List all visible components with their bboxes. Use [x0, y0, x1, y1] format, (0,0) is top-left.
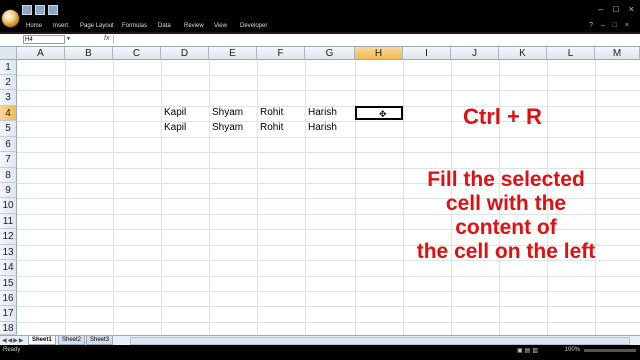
- row-header-18[interactable]: 18: [0, 322, 17, 335]
- row-header-3[interactable]: 3: [0, 90, 17, 106]
- row-header-11[interactable]: 11: [0, 214, 17, 229]
- shortcut-description: Fill the selected cell with the content …: [398, 168, 614, 264]
- view-buttons-icon[interactable]: ▣▤▥: [517, 347, 540, 354]
- formula-bar: H4 ▼ fx: [0, 34, 640, 47]
- column-header-i[interactable]: I: [403, 47, 451, 60]
- column-header-k[interactable]: K: [499, 47, 547, 60]
- sheet-tab-bar: ◀◀▶▶ Sheet1 Sheet2 Sheet3: [0, 335, 640, 345]
- row-header-2[interactable]: 2: [0, 75, 17, 90]
- column-header-b[interactable]: B: [65, 47, 113, 60]
- tab-developer[interactable]: Developer: [240, 23, 267, 29]
- cell-d4[interactable]: Kapil: [161, 107, 209, 121]
- tab-view[interactable]: View: [214, 23, 227, 29]
- status-text: Ready: [3, 347, 21, 353]
- zoom-slider[interactable]: [584, 349, 636, 352]
- column-header-a[interactable]: A: [17, 47, 65, 60]
- tab-page-layout[interactable]: Page Layout: [80, 23, 114, 29]
- tab-data[interactable]: Data: [158, 23, 171, 29]
- office-button[interactable]: [1, 9, 20, 28]
- cell-e5[interactable]: Shyam: [209, 122, 257, 136]
- column-header-e[interactable]: E: [209, 47, 257, 60]
- column-header-c[interactable]: C: [113, 47, 161, 60]
- row-header-8[interactable]: 8: [0, 168, 17, 183]
- cell-e4[interactable]: Shyam: [209, 107, 257, 121]
- horizontal-scrollbar[interactable]: [130, 337, 630, 345]
- tab-insert[interactable]: Insert: [53, 23, 68, 29]
- maximize-button[interactable]: □: [613, 4, 618, 14]
- cell-f5[interactable]: Rohit: [257, 122, 305, 136]
- row-header-4[interactable]: 4: [0, 106, 17, 121]
- row-header-9[interactable]: 9: [0, 183, 17, 198]
- column-header-f[interactable]: F: [257, 47, 305, 60]
- row-header-12[interactable]: 12: [0, 229, 17, 245]
- description-line: the cell on the left: [416, 240, 596, 263]
- description-line: content of: [455, 216, 557, 239]
- redo-icon[interactable]: [48, 5, 58, 15]
- row-header-17[interactable]: 17: [0, 306, 17, 322]
- row-header-6[interactable]: 6: [0, 137, 17, 152]
- minimize-button[interactable]: –: [598, 4, 603, 14]
- column-header-d[interactable]: D: [161, 47, 209, 60]
- zoom-level[interactable]: 100%: [565, 347, 580, 353]
- column-header-j[interactable]: J: [451, 47, 499, 60]
- cell-f4[interactable]: Rohit: [257, 107, 305, 121]
- cell-cursor-icon: ✥: [379, 109, 387, 119]
- select-all-corner[interactable]: [0, 47, 17, 60]
- sheet-tab-sheet2[interactable]: Sheet2: [58, 336, 86, 345]
- tab-home[interactable]: Home: [26, 23, 42, 29]
- save-icon[interactable]: [22, 5, 32, 15]
- undo-icon[interactable]: [35, 5, 45, 15]
- ribbon-tabs: Home Insert Page Layout Formulas Data Re…: [0, 21, 640, 32]
- ribbon-window-controls[interactable]: ? – □ ×: [589, 22, 632, 29]
- name-box[interactable]: H4: [23, 35, 65, 44]
- cell-d5[interactable]: Kapil: [161, 122, 209, 136]
- quick-access-toolbar: [22, 5, 58, 15]
- column-header-h[interactable]: H: [355, 47, 403, 60]
- title-bar: – □ ×: [0, 0, 640, 21]
- row-header-14[interactable]: 14: [0, 260, 17, 276]
- tab-formulas[interactable]: Formulas: [122, 23, 147, 29]
- formula-input[interactable]: [113, 35, 640, 44]
- tab-review[interactable]: Review: [184, 23, 204, 29]
- status-bar: Ready ▣▤▥ 100%: [0, 345, 640, 360]
- column-header-g[interactable]: G: [305, 47, 355, 60]
- row-header-7[interactable]: 7: [0, 152, 17, 168]
- row-header-1[interactable]: 1: [0, 60, 17, 75]
- fx-icon[interactable]: fx: [104, 35, 109, 42]
- column-header-l[interactable]: L: [547, 47, 595, 60]
- sheet-tab-sheet1[interactable]: Sheet1: [28, 336, 56, 345]
- cell-g4[interactable]: Harish: [305, 107, 355, 121]
- row-header-13[interactable]: 13: [0, 245, 17, 260]
- chevron-down-icon[interactable]: ▼: [66, 36, 71, 42]
- row-header-10[interactable]: 10: [0, 198, 17, 214]
- column-header-m[interactable]: M: [595, 47, 640, 60]
- cell-g5[interactable]: Harish: [305, 122, 355, 136]
- description-line: Fill the selected: [427, 168, 585, 191]
- sheet-tab-sheet3[interactable]: Sheet3: [86, 336, 114, 345]
- window-controls: – □ ×: [598, 4, 634, 14]
- sheet-nav-arrows-icon[interactable]: ◀◀▶▶: [2, 337, 24, 344]
- shortcut-label: Ctrl + R: [463, 104, 542, 129]
- close-button[interactable]: ×: [629, 4, 634, 14]
- description-line: cell with the: [445, 192, 567, 215]
- row-header-5[interactable]: 5: [0, 121, 17, 137]
- row-header-15[interactable]: 15: [0, 276, 17, 291]
- row-header-16[interactable]: 16: [0, 291, 17, 306]
